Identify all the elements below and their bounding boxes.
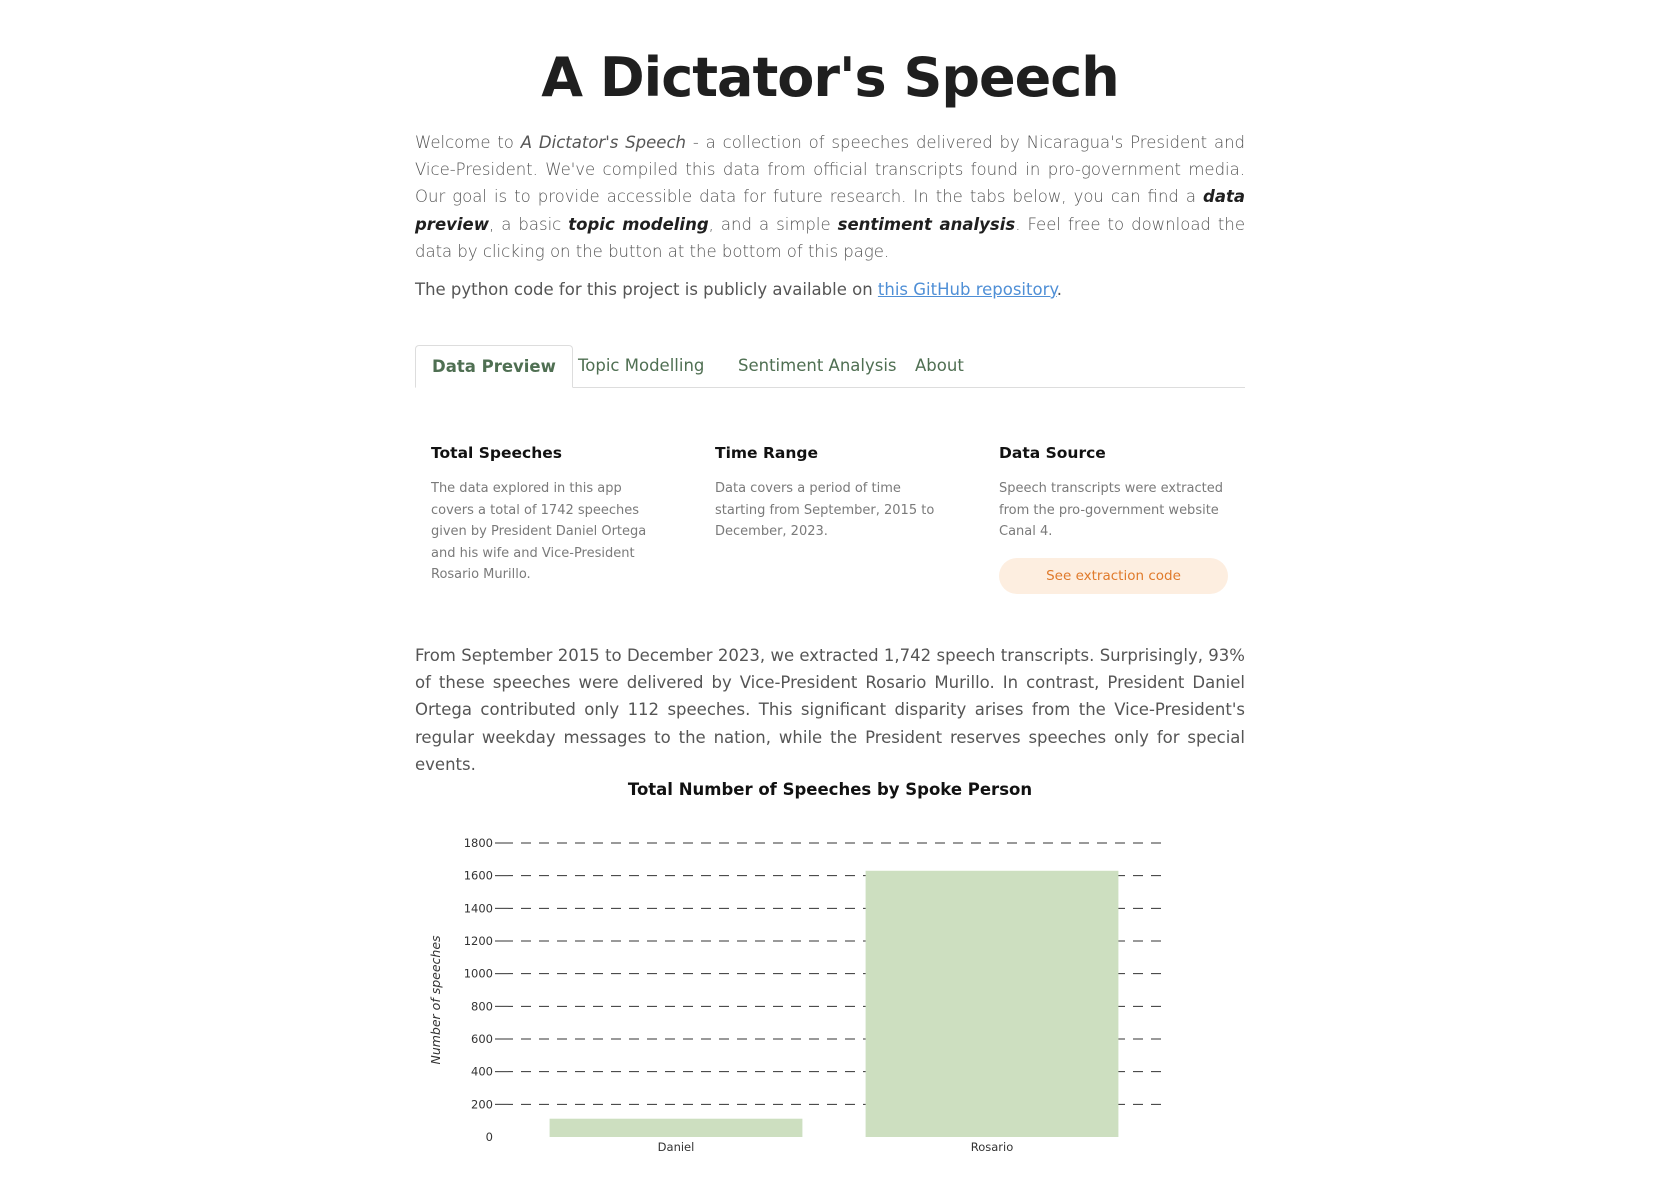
y-tick-label: 0	[486, 1130, 493, 1144]
tab-topic-modelling[interactable]: Topic Modelling	[562, 345, 720, 387]
page-title: A Dictator's Speech	[541, 46, 1119, 109]
intro-text-1: Welcome to	[415, 133, 521, 152]
intro-text-4: , and a simple	[708, 214, 838, 234]
y-tick-label: 1800	[464, 836, 493, 850]
see-extraction-code-button[interactable]: See extraction code	[999, 558, 1228, 594]
y-tick-label: 1000	[464, 967, 493, 981]
repo-suffix: .	[1056, 280, 1063, 299]
card-time-range-title: Time Range	[715, 444, 818, 462]
summary-paragraph: From September 2015 to December 2023, we…	[415, 646, 1245, 774]
speeches-bar-chart: 0 200 400 600 800 1000 1200 1400 1600 1800 Number …	[428, 836, 1165, 1154]
tab-sentiment-analysis[interactable]: Sentiment Analysis	[722, 345, 913, 387]
bar-rosario	[865, 870, 1119, 1137]
y-tick-label: 1400	[464, 901, 493, 915]
card-total-speeches-title: Total Speeches	[431, 444, 562, 462]
card-data-source-title: Data Source	[999, 444, 1106, 462]
y-axis-label: Number of speeches	[428, 935, 443, 1065]
x-tick-label: Rosario	[971, 1140, 1014, 1154]
intro-bold-sentiment-analysis: sentiment analysis	[837, 214, 1016, 234]
card-data-source-text: Speech transcripts were extracted from t…	[999, 481, 1223, 540]
bar-daniel	[549, 1118, 803, 1137]
repo-prefix: The python code for this project is publ…	[415, 280, 878, 299]
tab-bar: Data Preview Topic Modelling Sentiment A…	[415, 345, 1245, 388]
y-tick-label: 1600	[464, 869, 493, 883]
intro-bold-topic-modeling: topic modeling	[568, 214, 709, 234]
chart-title: Total Number of Speeches by Spoke Person	[627, 780, 1033, 799]
x-tick-label: Daniel	[658, 1140, 695, 1154]
tab-about[interactable]: About	[899, 345, 980, 387]
y-tick-label: 200	[471, 1097, 493, 1111]
intro-paragraph: Welcome to A Dictator's Speech - a colle…	[415, 129, 1245, 265]
intro-text-3: , a basic	[488, 214, 569, 234]
repo-paragraph: The python code for this project is publ…	[415, 280, 1245, 299]
intro-title-em: A Dictator's Speech	[520, 133, 686, 152]
github-repo-link[interactable]: this GitHub repository	[878, 280, 1057, 299]
y-tick-label: 400	[471, 1065, 493, 1079]
card-time-range-text: Data covers a period of time starting fr…	[715, 481, 935, 540]
y-tick-label: 600	[471, 1032, 493, 1046]
tab-data-preview[interactable]: Data Preview	[415, 345, 573, 388]
card-total-speeches-text: The data explored in this app covers a t…	[431, 481, 647, 583]
y-tick-label: 1200	[464, 934, 493, 948]
y-tick-label: 800	[471, 999, 493, 1013]
